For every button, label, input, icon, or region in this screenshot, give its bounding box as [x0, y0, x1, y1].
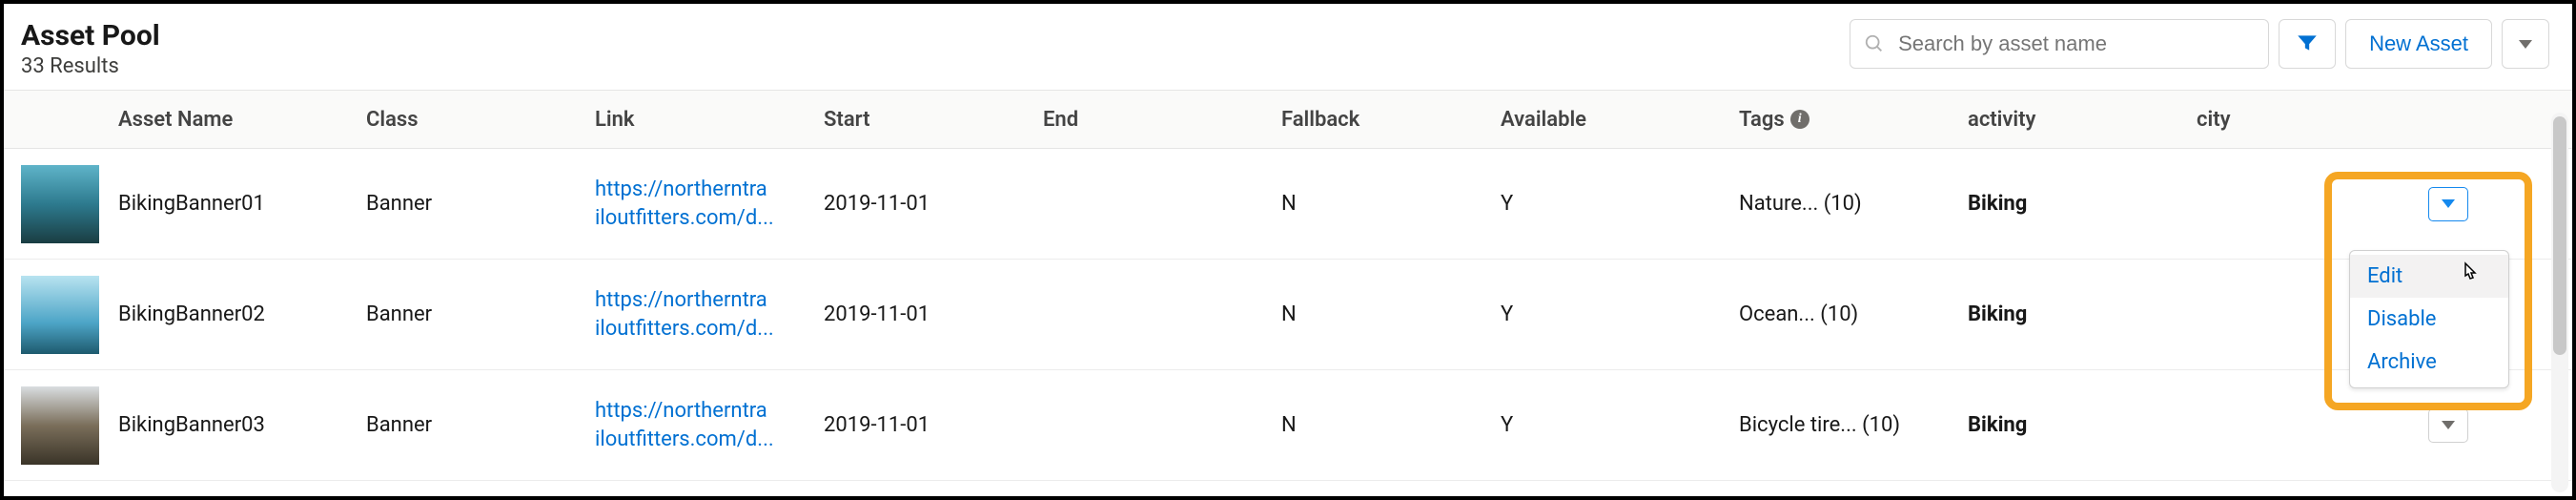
- col-tags[interactable]: Tags i: [1739, 108, 1968, 132]
- link-cell: https://northerntra iloutfitters.com/d..…: [595, 176, 824, 232]
- col-class[interactable]: Class: [366, 108, 595, 132]
- new-asset-button[interactable]: New Asset: [2345, 19, 2492, 69]
- chevron-down-icon: [2442, 199, 2455, 208]
- col-asset-name[interactable]: Asset Name: [118, 108, 366, 132]
- scrollbar-thumb[interactable]: [2553, 116, 2566, 355]
- link-cell: https://northerntra iloutfitters.com/d..…: [595, 286, 824, 343]
- actions-cell: [2325, 408, 2497, 443]
- thumbnail-image[interactable]: [21, 165, 99, 243]
- search-icon: [1864, 33, 1885, 54]
- link-line2: iloutfitters.com/d...: [595, 317, 774, 341]
- start-cell: 2019-11-01: [824, 192, 1043, 216]
- row-actions-button[interactable]: [2428, 408, 2468, 443]
- menu-item-disable[interactable]: Disable: [2350, 298, 2508, 341]
- fallback-cell: N: [1281, 192, 1501, 216]
- asset-name-cell[interactable]: BikingBanner01: [118, 192, 366, 216]
- asset-name-cell[interactable]: BikingBanner02: [118, 302, 366, 326]
- link-line1: https://northerntra: [595, 177, 767, 201]
- title-block: Asset Pool 33 Results: [21, 19, 160, 78]
- thumbnail-cell: [4, 276, 118, 354]
- asset-name-cell[interactable]: BikingBanner03: [118, 413, 366, 437]
- link-cell: https://northerntra iloutfitters.com/d..…: [595, 397, 824, 453]
- menu-item-archive[interactable]: Archive: [2350, 341, 2508, 384]
- search-input[interactable]: [1885, 20, 2268, 68]
- tags-cell: Bicycle tire... (10): [1739, 413, 1968, 437]
- page-title: Asset Pool: [21, 19, 160, 52]
- menu-item-edit[interactable]: Edit: [2350, 255, 2508, 298]
- col-tags-label: Tags: [1739, 108, 1785, 132]
- asset-link[interactable]: https://northerntra iloutfitters.com/d..…: [595, 286, 805, 343]
- row-actions-menu: Edit Disable Archive: [2349, 250, 2509, 388]
- start-cell: 2019-11-01: [824, 413, 1043, 437]
- search-input-wrap[interactable]: [1850, 19, 2269, 69]
- class-cell: Banner: [366, 413, 595, 437]
- activity-cell: Biking: [1968, 302, 2197, 326]
- link-line1: https://northerntra: [595, 288, 767, 312]
- available-cell: Y: [1501, 192, 1739, 216]
- col-activity[interactable]: activity: [1968, 108, 2197, 132]
- activity-cell: Biking: [1968, 413, 2197, 437]
- new-asset-dropdown-button[interactable]: [2502, 19, 2549, 69]
- page-header: Asset Pool 33 Results New Asset: [4, 4, 2572, 90]
- link-line2: iloutfitters.com/d...: [595, 427, 774, 451]
- asset-link[interactable]: https://northerntra iloutfitters.com/d..…: [595, 397, 805, 453]
- result-count: 33 Results: [21, 54, 160, 78]
- fallback-cell: N: [1281, 302, 1501, 326]
- asset-link[interactable]: https://northerntra iloutfitters.com/d..…: [595, 176, 805, 232]
- col-available[interactable]: Available: [1501, 108, 1739, 132]
- fallback-cell: N: [1281, 413, 1501, 437]
- info-icon[interactable]: i: [1790, 110, 1809, 129]
- table-row: BikingBanner01 Banner https://northerntr…: [4, 149, 2572, 260]
- thumbnail-image[interactable]: [21, 386, 99, 465]
- thumbnail-image[interactable]: [21, 276, 99, 354]
- link-line2: iloutfitters.com/d...: [595, 206, 774, 230]
- class-cell: Banner: [366, 302, 595, 326]
- col-end[interactable]: End: [1043, 108, 1281, 132]
- vertical-scrollbar[interactable]: [2551, 113, 2568, 492]
- tags-cell: Ocean... (10): [1739, 302, 1968, 326]
- filter-button[interactable]: [2279, 19, 2336, 69]
- cursor-icon: [2459, 261, 2482, 292]
- table-header: Asset Name Class Link Start End Fallback…: [4, 90, 2572, 149]
- col-fallback[interactable]: Fallback: [1281, 108, 1501, 132]
- start-cell: 2019-11-01: [824, 302, 1043, 326]
- table-row: BikingBanner03 Banner https://northerntr…: [4, 370, 2572, 481]
- class-cell: Banner: [366, 192, 595, 216]
- menu-item-label: Edit: [2367, 264, 2402, 288]
- thumbnail-cell: [4, 165, 118, 243]
- header-controls: New Asset: [1850, 19, 2549, 69]
- row-actions-button[interactable]: [2428, 187, 2468, 221]
- col-link[interactable]: Link: [595, 108, 824, 132]
- activity-cell: Biking: [1968, 192, 2197, 216]
- tags-cell: Nature... (10): [1739, 192, 1968, 216]
- thumbnail-cell: [4, 386, 118, 465]
- table-row: BikingBanner02 Banner https://northerntr…: [4, 260, 2572, 370]
- available-cell: Y: [1501, 302, 1739, 326]
- filter-icon: [2295, 31, 2320, 58]
- chevron-down-icon: [2519, 40, 2532, 49]
- link-line1: https://northerntra: [595, 399, 767, 423]
- available-cell: Y: [1501, 413, 1739, 437]
- col-city[interactable]: city: [2197, 108, 2325, 132]
- chevron-down-icon: [2442, 421, 2455, 429]
- actions-cell: [2325, 187, 2497, 221]
- col-start[interactable]: Start: [824, 108, 1043, 132]
